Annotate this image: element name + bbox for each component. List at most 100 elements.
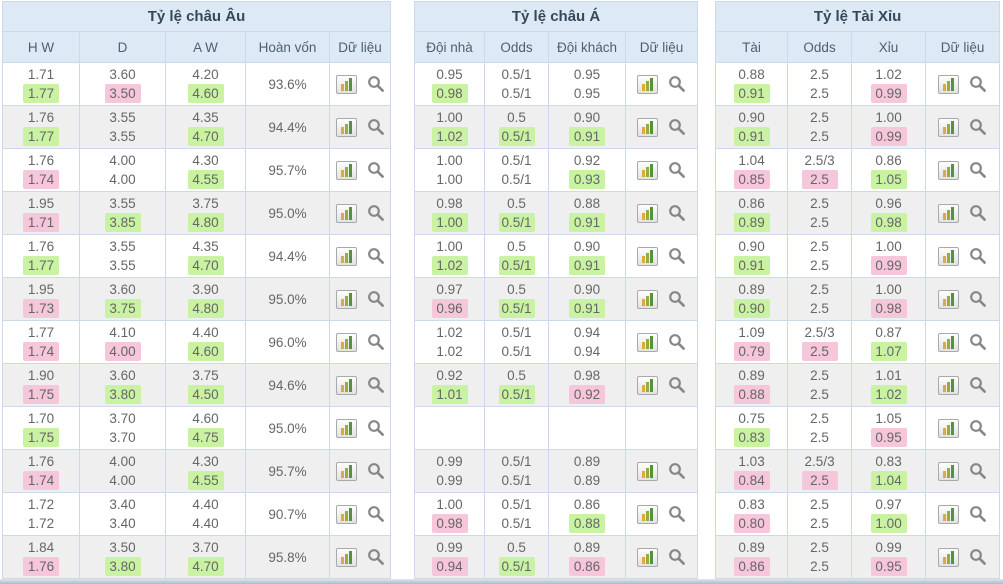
bookmaker-row: 0.89 0.90 2.5 2.5 1.00 0.98 (715, 277, 1001, 321)
odds-cell: 0.96 0.98 (851, 191, 927, 235)
bar-chart-icon[interactable] (637, 332, 659, 352)
odds-cell: 0.86 0.89 (715, 191, 789, 235)
odds-cell: 1.00 0.99 (851, 234, 927, 278)
data-cell (328, 277, 392, 321)
odds-cell: 1.84 1.76 (2, 535, 80, 579)
odds-current-value: 1.02 (431, 256, 468, 275)
bar-chart-icon[interactable] (335, 74, 357, 94)
bar-chart-icon[interactable] (938, 203, 960, 223)
odds-current-value: 1.76 (23, 557, 59, 576)
search-icon[interactable] (367, 118, 385, 136)
odds-cell: 3.55 3.55 (79, 105, 166, 149)
search-icon[interactable] (668, 118, 686, 136)
odds-open-value: 3.75 (192, 368, 219, 383)
odds-current-value: 1.77 (23, 127, 59, 146)
bar-chart-icon[interactable] (938, 418, 960, 438)
bar-chart-icon[interactable] (637, 203, 659, 223)
search-icon[interactable] (367, 247, 385, 265)
bar-chart-icon[interactable] (938, 547, 960, 567)
search-icon[interactable] (668, 333, 686, 351)
bar-chart-icon[interactable] (938, 160, 960, 180)
odds-cell: 0.5/1 0.5/1 (484, 148, 550, 192)
bar-chart-icon[interactable] (938, 504, 960, 524)
search-icon[interactable] (668, 290, 686, 308)
bar-chart-icon[interactable] (637, 504, 659, 524)
odds-open-value: 1.02 (875, 67, 902, 82)
bar-chart-icon[interactable] (335, 504, 357, 524)
bar-chart-icon[interactable] (637, 246, 659, 266)
search-icon[interactable] (367, 505, 385, 523)
bar-chart-icon[interactable] (637, 160, 659, 180)
column-header: Xỉu (851, 31, 927, 63)
data-actions (938, 461, 987, 481)
bar-chart-icon[interactable] (938, 332, 960, 352)
bar-chart-icon[interactable] (637, 74, 659, 94)
bar-chart-icon[interactable] (938, 375, 960, 395)
bar-chart-icon[interactable] (938, 117, 960, 137)
search-icon[interactable] (668, 204, 686, 222)
column-header: Hoàn vốn (245, 31, 330, 63)
search-icon[interactable] (969, 419, 987, 437)
bar-chart-icon[interactable] (938, 289, 960, 309)
bar-chart-icon[interactable] (335, 246, 357, 266)
search-icon[interactable] (367, 75, 385, 93)
odds-open-value: 2.5 (810, 368, 829, 383)
bar-chart-icon[interactable] (637, 289, 659, 309)
column-header: Tài (715, 31, 789, 63)
search-icon[interactable] (668, 161, 686, 179)
odds-current-value: 0.95 (573, 86, 601, 101)
search-icon[interactable] (367, 333, 385, 351)
search-icon[interactable] (969, 505, 987, 523)
search-icon[interactable] (367, 419, 385, 437)
table-title-row: Tỷ lệ Tài Xỉu (715, 1, 1001, 32)
search-icon[interactable] (969, 376, 987, 394)
odds-open-value: 0.99 (436, 454, 463, 469)
bookmaker-row: 1.76 1.77 3.55 3.55 4.35 4.70 94.4% (2, 105, 392, 149)
search-icon[interactable] (969, 75, 987, 93)
search-icon[interactable] (668, 247, 686, 265)
odds-current-value: 1.73 (23, 299, 59, 318)
odds-current-value: 1.00 (870, 514, 907, 533)
search-icon[interactable] (969, 462, 987, 480)
search-icon[interactable] (969, 548, 987, 566)
search-icon[interactable] (367, 290, 385, 308)
bar-chart-icon[interactable] (637, 117, 659, 137)
search-icon[interactable] (668, 376, 686, 394)
search-icon[interactable] (969, 118, 987, 136)
bar-chart-icon[interactable] (637, 461, 659, 481)
odds-cell: 0.5/1 0.5/1 (484, 62, 550, 106)
search-icon[interactable] (969, 333, 987, 351)
odds-current-value: 0.88 (733, 385, 770, 404)
bookmaker-row: 1.77 1.74 4.10 4.00 4.40 4.60 96.0% (2, 320, 392, 364)
search-icon[interactable] (367, 548, 385, 566)
odds-current-value: 1.05 (870, 170, 907, 189)
search-icon[interactable] (367, 161, 385, 179)
bar-chart-icon[interactable] (335, 547, 357, 567)
search-icon[interactable] (969, 247, 987, 265)
bar-chart-icon[interactable] (335, 160, 357, 180)
search-icon[interactable] (969, 290, 987, 308)
bar-chart-icon[interactable] (938, 74, 960, 94)
search-icon[interactable] (969, 204, 987, 222)
search-icon[interactable] (668, 548, 686, 566)
odds-cell: 0.98 0.92 (548, 363, 627, 407)
search-icon[interactable] (969, 161, 987, 179)
bar-chart-icon[interactable] (335, 375, 357, 395)
search-icon[interactable] (668, 505, 686, 523)
bar-chart-icon[interactable] (637, 547, 659, 567)
bookmaker-row: 1.02 1.02 0.5/1 0.5/1 0.94 0.94 (414, 320, 699, 364)
bar-chart-icon[interactable] (335, 461, 357, 481)
bar-chart-icon[interactable] (938, 461, 960, 481)
search-icon[interactable] (668, 462, 686, 480)
bar-chart-icon[interactable] (637, 375, 659, 395)
search-icon[interactable] (367, 376, 385, 394)
bar-chart-icon[interactable] (335, 289, 357, 309)
bar-chart-icon[interactable] (335, 332, 357, 352)
bar-chart-icon[interactable] (335, 418, 357, 438)
bar-chart-icon[interactable] (335, 203, 357, 223)
search-icon[interactable] (367, 462, 385, 480)
search-icon[interactable] (367, 204, 385, 222)
bar-chart-icon[interactable] (938, 246, 960, 266)
bar-chart-icon[interactable] (335, 117, 357, 137)
search-icon[interactable] (668, 75, 686, 93)
